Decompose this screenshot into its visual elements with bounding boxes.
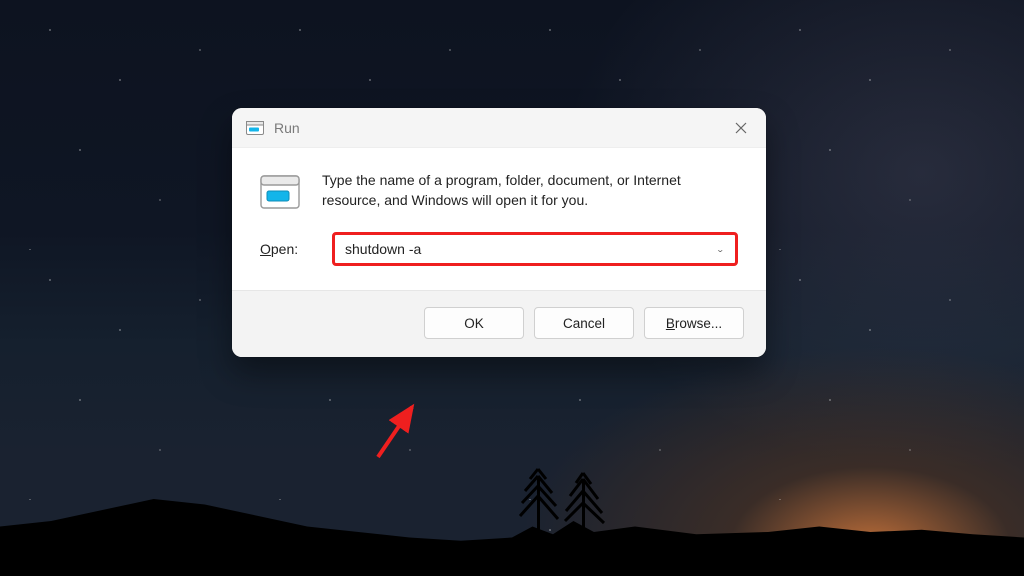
open-combobox[interactable]: ⌄ <box>332 232 738 266</box>
open-label: Open: <box>260 241 314 257</box>
close-button[interactable] <box>718 108 764 148</box>
dialog-title: Run <box>274 120 718 136</box>
close-icon <box>735 122 747 134</box>
titlebar[interactable]: Run <box>232 108 766 148</box>
open-input[interactable] <box>345 241 716 257</box>
ok-button[interactable]: OK <box>424 307 524 339</box>
chevron-down-icon: ⌄ <box>716 244 725 253</box>
dialog-body: Type the name of a program, folder, docu… <box>232 148 766 290</box>
run-icon <box>246 121 264 135</box>
dialog-description: Type the name of a program, folder, docu… <box>322 170 738 211</box>
cancel-button[interactable]: Cancel <box>534 307 634 339</box>
dialog-footer: OK Cancel Browse... <box>232 290 766 357</box>
run-large-icon <box>260 172 300 212</box>
run-dialog: Run Type the name of a program, folder, … <box>232 108 766 357</box>
browse-button[interactable]: Browse... <box>644 307 744 339</box>
